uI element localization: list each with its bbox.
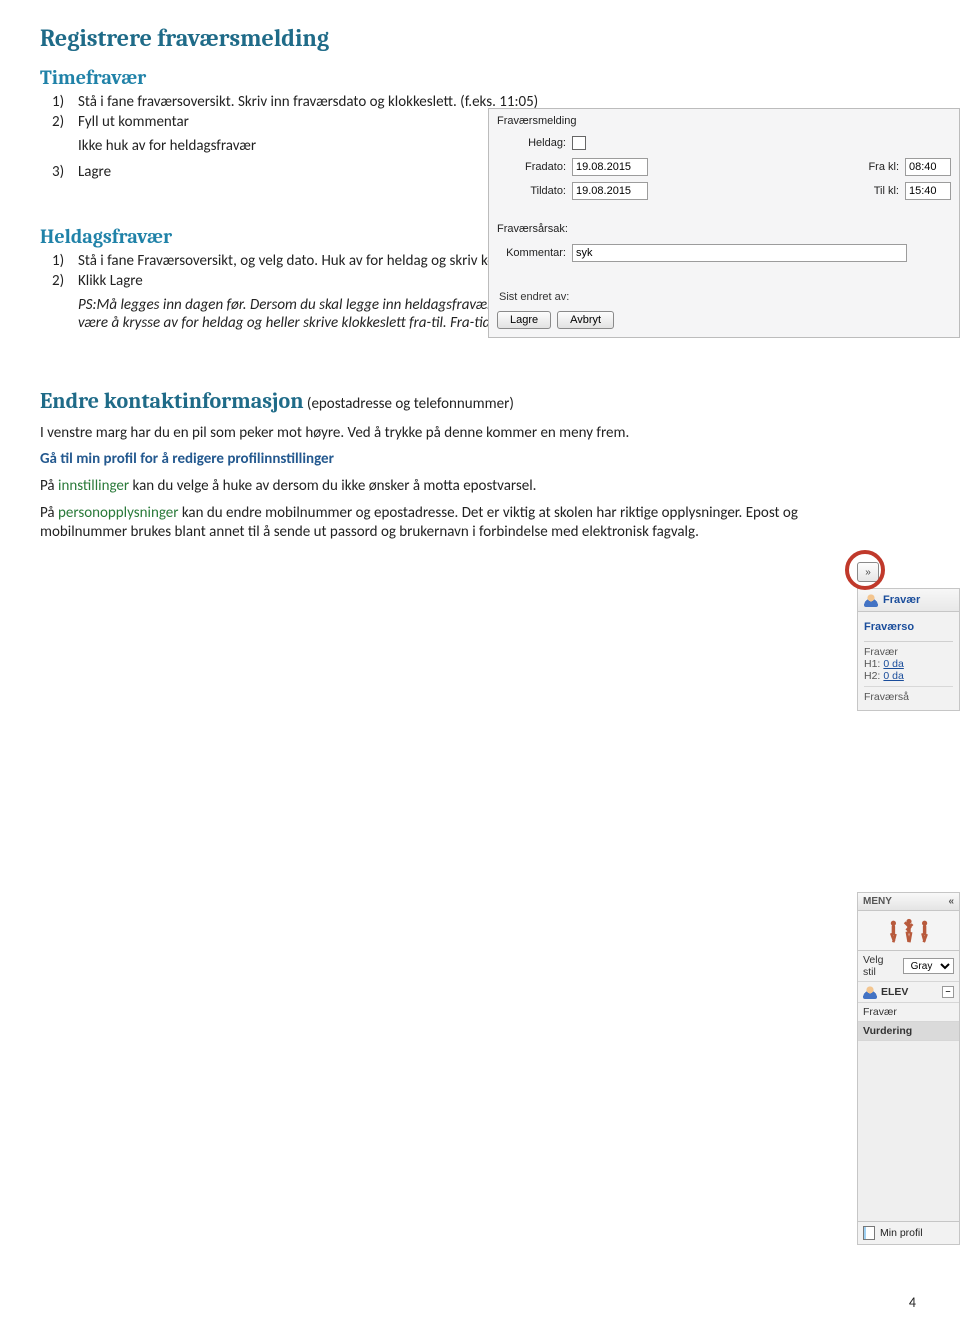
label-tilkl: Til kl: [855,185,905,197]
link-innstillinger: innstillinger [58,477,129,495]
emphasis-paragraph: Gå til min profil for å redigere profili… [40,450,800,469]
fravaersmelding-form: Fraværsmelding Heldag: Fradato: Fra kl: … [488,108,960,338]
section-timefravar: Timefravær [40,66,920,89]
min-profil-label: Min profil [880,1227,923,1239]
tilkl-field[interactable] [905,182,951,200]
meny-velg-stil-row: Velg stil Gray [858,951,959,982]
h2-value[interactable]: 0 da [883,670,903,682]
meny-title: MENY [863,896,892,907]
label-sist-endret: Sist endret av: [499,291,951,303]
velg-stil-label: Velg stil [863,954,899,978]
list-number: 2) [52,272,78,290]
tildato-field[interactable] [572,182,648,200]
heldag-checkbox[interactable] [572,136,586,150]
list-text: Stå i fane fraværsoversikt. Skriv inn fr… [78,93,538,111]
list-text: Lagre [78,163,111,181]
list-number: 2) [52,113,78,131]
kommentar-field[interactable] [572,244,907,262]
person-icon [864,593,878,607]
frakl-field[interactable] [905,158,951,176]
page-number: 4 [909,1294,916,1311]
label-frakl: Fra kl: [855,161,905,173]
label-tildato: Tildato: [497,185,572,197]
label-kommentar: Kommentar: [497,247,572,259]
meny-fravar-row[interactable]: Fravær [858,1003,959,1022]
velg-stil-select[interactable]: Gray [903,958,954,974]
label-arsak: Fraværsårsak: [497,223,572,235]
document-icon [863,1226,875,1240]
paragraph: På innstillinger kan du velge å huke av … [40,477,800,496]
list-number: 1) [52,93,78,111]
fravar-oversikt-label: Fraværso [864,621,953,633]
chevron-right-icon: » [865,567,871,578]
meny-vurdering-row[interactable]: Vurdering [858,1022,959,1041]
expand-arrow-button[interactable]: » [857,562,879,582]
person-icon [863,985,877,999]
section-suffix: (epostadresse og telefonnummer) [304,395,514,413]
meny-elev-row[interactable]: ELEV – [858,982,959,1003]
form-title: Fraværsmelding [497,115,951,127]
elev-label: ELEV [881,986,908,998]
list-number: 3) [52,163,78,181]
list-text: Fyll ut kommentar [78,113,189,131]
h1-value[interactable]: 0 da [883,658,903,670]
meny-panel: MENY « Velg stil Gray ELEV [857,892,960,1245]
fradato-field[interactable] [572,158,648,176]
link-personopplysninger: personopplysninger [58,504,178,522]
fravar-card-title: Fravær [883,594,920,606]
chevron-left-icon[interactable]: « [948,896,954,907]
fravar-side-panel: » Fravær Fraværso Fravær H1: 0 da H2: 0 … [857,562,960,715]
section-endre-kontaktinfo: Endre kontaktinformasjon [40,388,304,414]
page-title: Registrere fraværsmelding [40,24,920,52]
label-heldag: Heldag: [497,137,572,149]
list-text: Stå i fane Fraværsoversikt, og velg dato… [78,252,552,270]
label-fradato: Fradato: [497,161,572,173]
avbryt-button[interactable]: Avbryt [557,311,614,329]
list-text: Klikk Lagre [78,272,143,290]
fravar-card: Fravær Fraværso Fravær H1: 0 da H2: 0 da… [857,588,960,711]
fravar-arsak-label: Fraværså [864,691,953,703]
lagre-button[interactable]: Lagre [497,311,551,329]
list-number: 1) [52,252,78,270]
paragraph: På personopplysninger kan du endre mobil… [40,504,800,542]
paragraph: I venstre marg har du en pil som peker m… [40,424,800,443]
people-graphic [858,911,959,951]
fravar-sub-label: Fravær [864,646,953,658]
meny-min-profil-row[interactable]: Min profil [858,1221,959,1244]
collapse-icon[interactable]: – [942,986,954,998]
